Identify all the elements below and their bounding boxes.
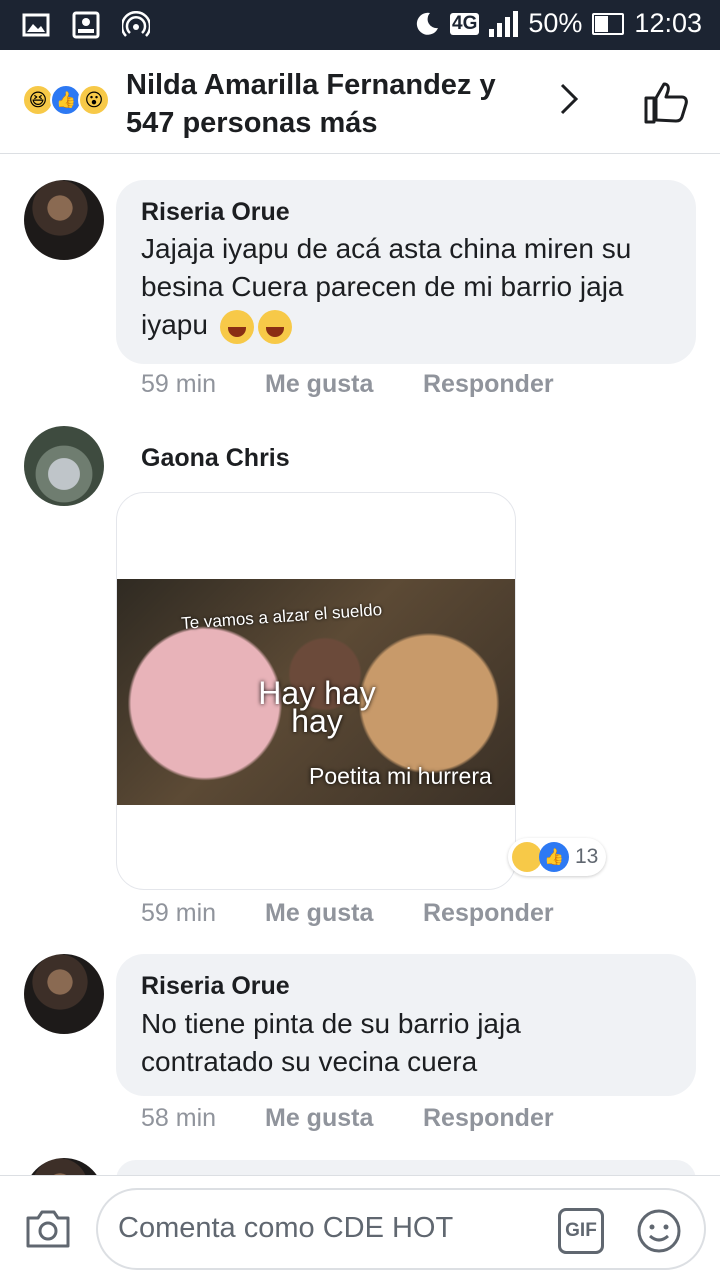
rec-icon bbox=[72, 11, 100, 39]
comment-text: Jajaja iyapu de acá asta china miren su … bbox=[141, 230, 686, 344]
like-thumb-icon[interactable] bbox=[642, 80, 690, 124]
status-bar: 4G 50% 12:03 bbox=[0, 0, 720, 50]
post-reactions-header[interactable]: 😆 👍 😮 Nilda Amarilla Fernandez y 547 per… bbox=[0, 50, 720, 154]
avatar[interactable] bbox=[24, 426, 104, 506]
sticker-icon[interactable] bbox=[636, 1208, 682, 1254]
meme-top-text: Te vamos a alzar el sueldo bbox=[180, 600, 383, 633]
comment-time: 59 min bbox=[141, 370, 217, 398]
comment-time: 59 min bbox=[141, 899, 217, 927]
comment-composer: Comenta como CDE HOT GIF bbox=[0, 1175, 720, 1280]
clock: 12:03 bbox=[634, 8, 702, 38]
meme-bottom-text: Poetita mi hurrera bbox=[309, 763, 492, 789]
hotspot-icon bbox=[122, 11, 150, 37]
avatar[interactable] bbox=[24, 180, 104, 260]
comment-input[interactable]: Comenta como CDE HOT GIF bbox=[96, 1188, 706, 1270]
signal-icon bbox=[489, 10, 519, 37]
moon-icon bbox=[416, 12, 439, 35]
comment-actions: 58 min Me gusta Responder bbox=[141, 1104, 554, 1133]
comment-text: No tiene pinta de su barrio jaja contrat… bbox=[141, 1008, 521, 1077]
comment-reaction-count[interactable]: 👍 13 bbox=[508, 838, 607, 876]
battery-percent: 50% bbox=[528, 8, 583, 38]
comment-author[interactable]: Gaona Chris bbox=[141, 444, 290, 473]
chevron-right-icon[interactable] bbox=[552, 82, 586, 116]
like-button[interactable]: Me gusta bbox=[265, 1104, 423, 1133]
reply-button[interactable]: Responder bbox=[423, 899, 554, 928]
laughing-emoji-icon bbox=[219, 309, 254, 344]
reaction-icons: 😆 👍 😮 bbox=[22, 84, 110, 116]
gif-button[interactable]: GIF bbox=[558, 1208, 604, 1254]
like-icon: 👍 bbox=[539, 842, 569, 872]
comment-author[interactable]: Riseria Orue bbox=[141, 198, 290, 227]
battery-icon bbox=[592, 12, 625, 35]
comment-actions: 59 min Me gusta Responder bbox=[141, 899, 554, 928]
comment-time: 58 min bbox=[141, 1104, 217, 1132]
wow-icon: 😮 bbox=[78, 84, 110, 116]
comment-input-placeholder: Comenta como CDE HOT bbox=[118, 1212, 454, 1244]
reactors-summary[interactable]: Nilda Amarilla Fernandez y 547 personas … bbox=[126, 66, 526, 142]
reply-button[interactable]: Responder bbox=[423, 370, 554, 399]
like-button[interactable]: Me gusta bbox=[265, 899, 423, 928]
reaction-count: 13 bbox=[575, 845, 599, 868]
meme-middle-text: Hay hay hay bbox=[258, 675, 376, 739]
comment-actions: 59 min Me gusta Responder bbox=[141, 370, 554, 399]
like-button[interactable]: Me gusta bbox=[265, 370, 423, 399]
comment-author[interactable]: Riseria Orue bbox=[141, 972, 290, 1001]
network-type: 4G bbox=[450, 12, 480, 35]
laughing-emoji-icon bbox=[257, 309, 292, 344]
avatar[interactable] bbox=[24, 954, 104, 1034]
comment-image-card[interactable]: Te vamos a alzar el sueldo Hay hay hay P… bbox=[116, 492, 516, 890]
meme-image[interactable]: Te vamos a alzar el sueldo Hay hay hay P… bbox=[117, 579, 515, 805]
gallery-icon bbox=[22, 13, 50, 37]
camera-icon[interactable] bbox=[24, 1206, 72, 1250]
reply-button[interactable]: Responder bbox=[423, 1104, 554, 1133]
haha-icon bbox=[512, 842, 542, 872]
